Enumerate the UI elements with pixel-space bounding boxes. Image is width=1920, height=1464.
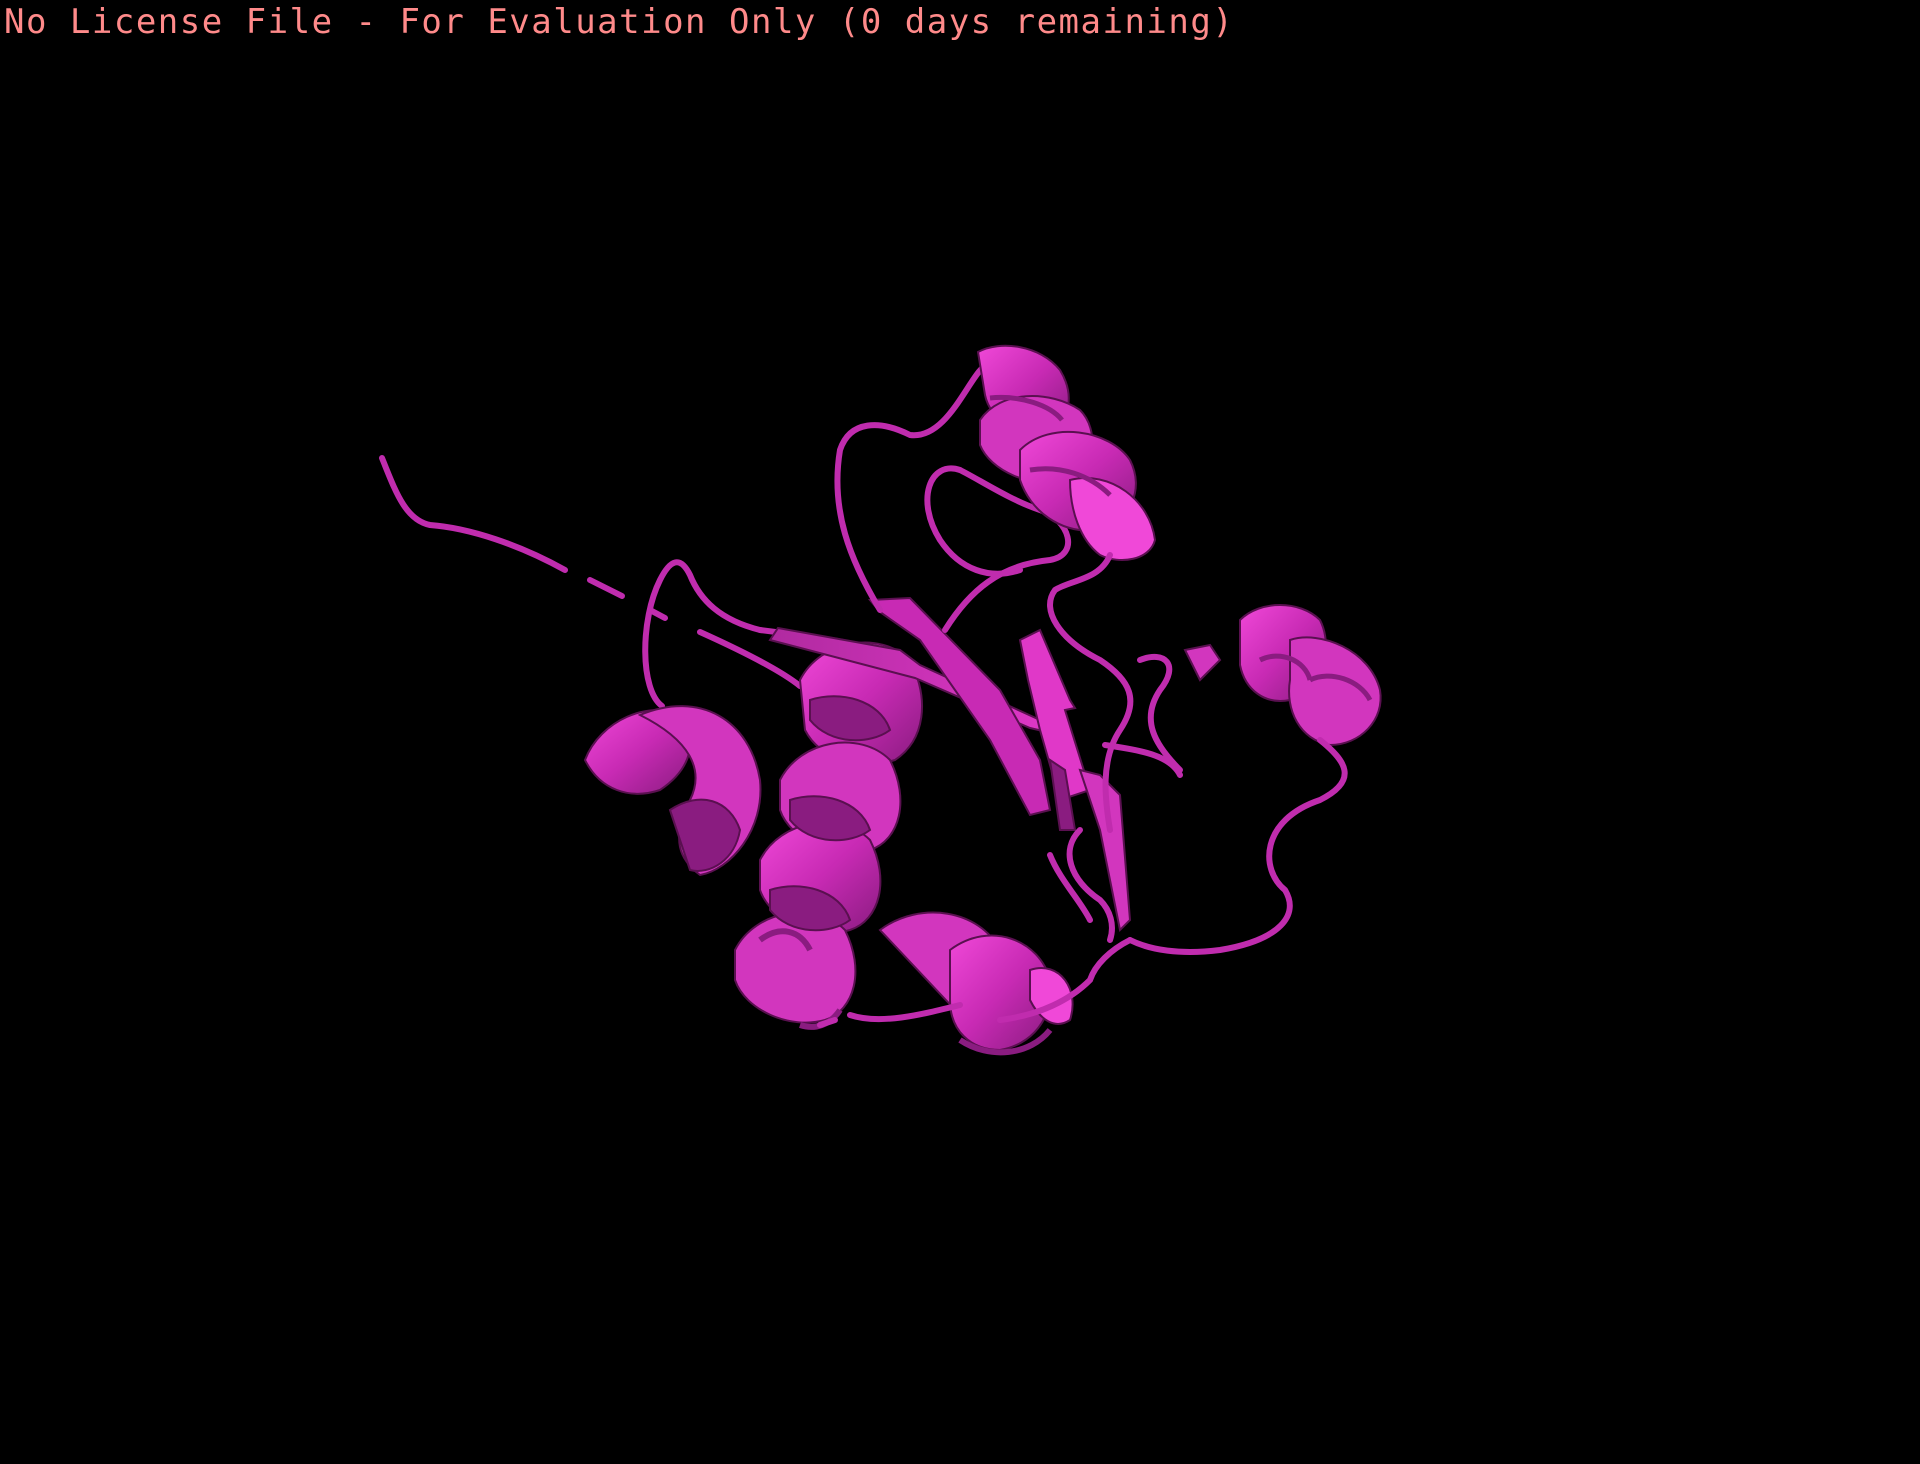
protein-cartoon[interactable]: [0, 0, 1920, 1464]
n-terminal-coil: [379, 455, 803, 689]
helix-c: [878, 911, 1074, 1056]
helix-a: [583, 705, 762, 877]
helix-b: [734, 641, 923, 1030]
molecular-viewport[interactable]: No License File - For Evaluation Only (0…: [0, 0, 1920, 1464]
helix-e: [1183, 604, 1382, 747]
helix-d: [976, 344, 1157, 561]
